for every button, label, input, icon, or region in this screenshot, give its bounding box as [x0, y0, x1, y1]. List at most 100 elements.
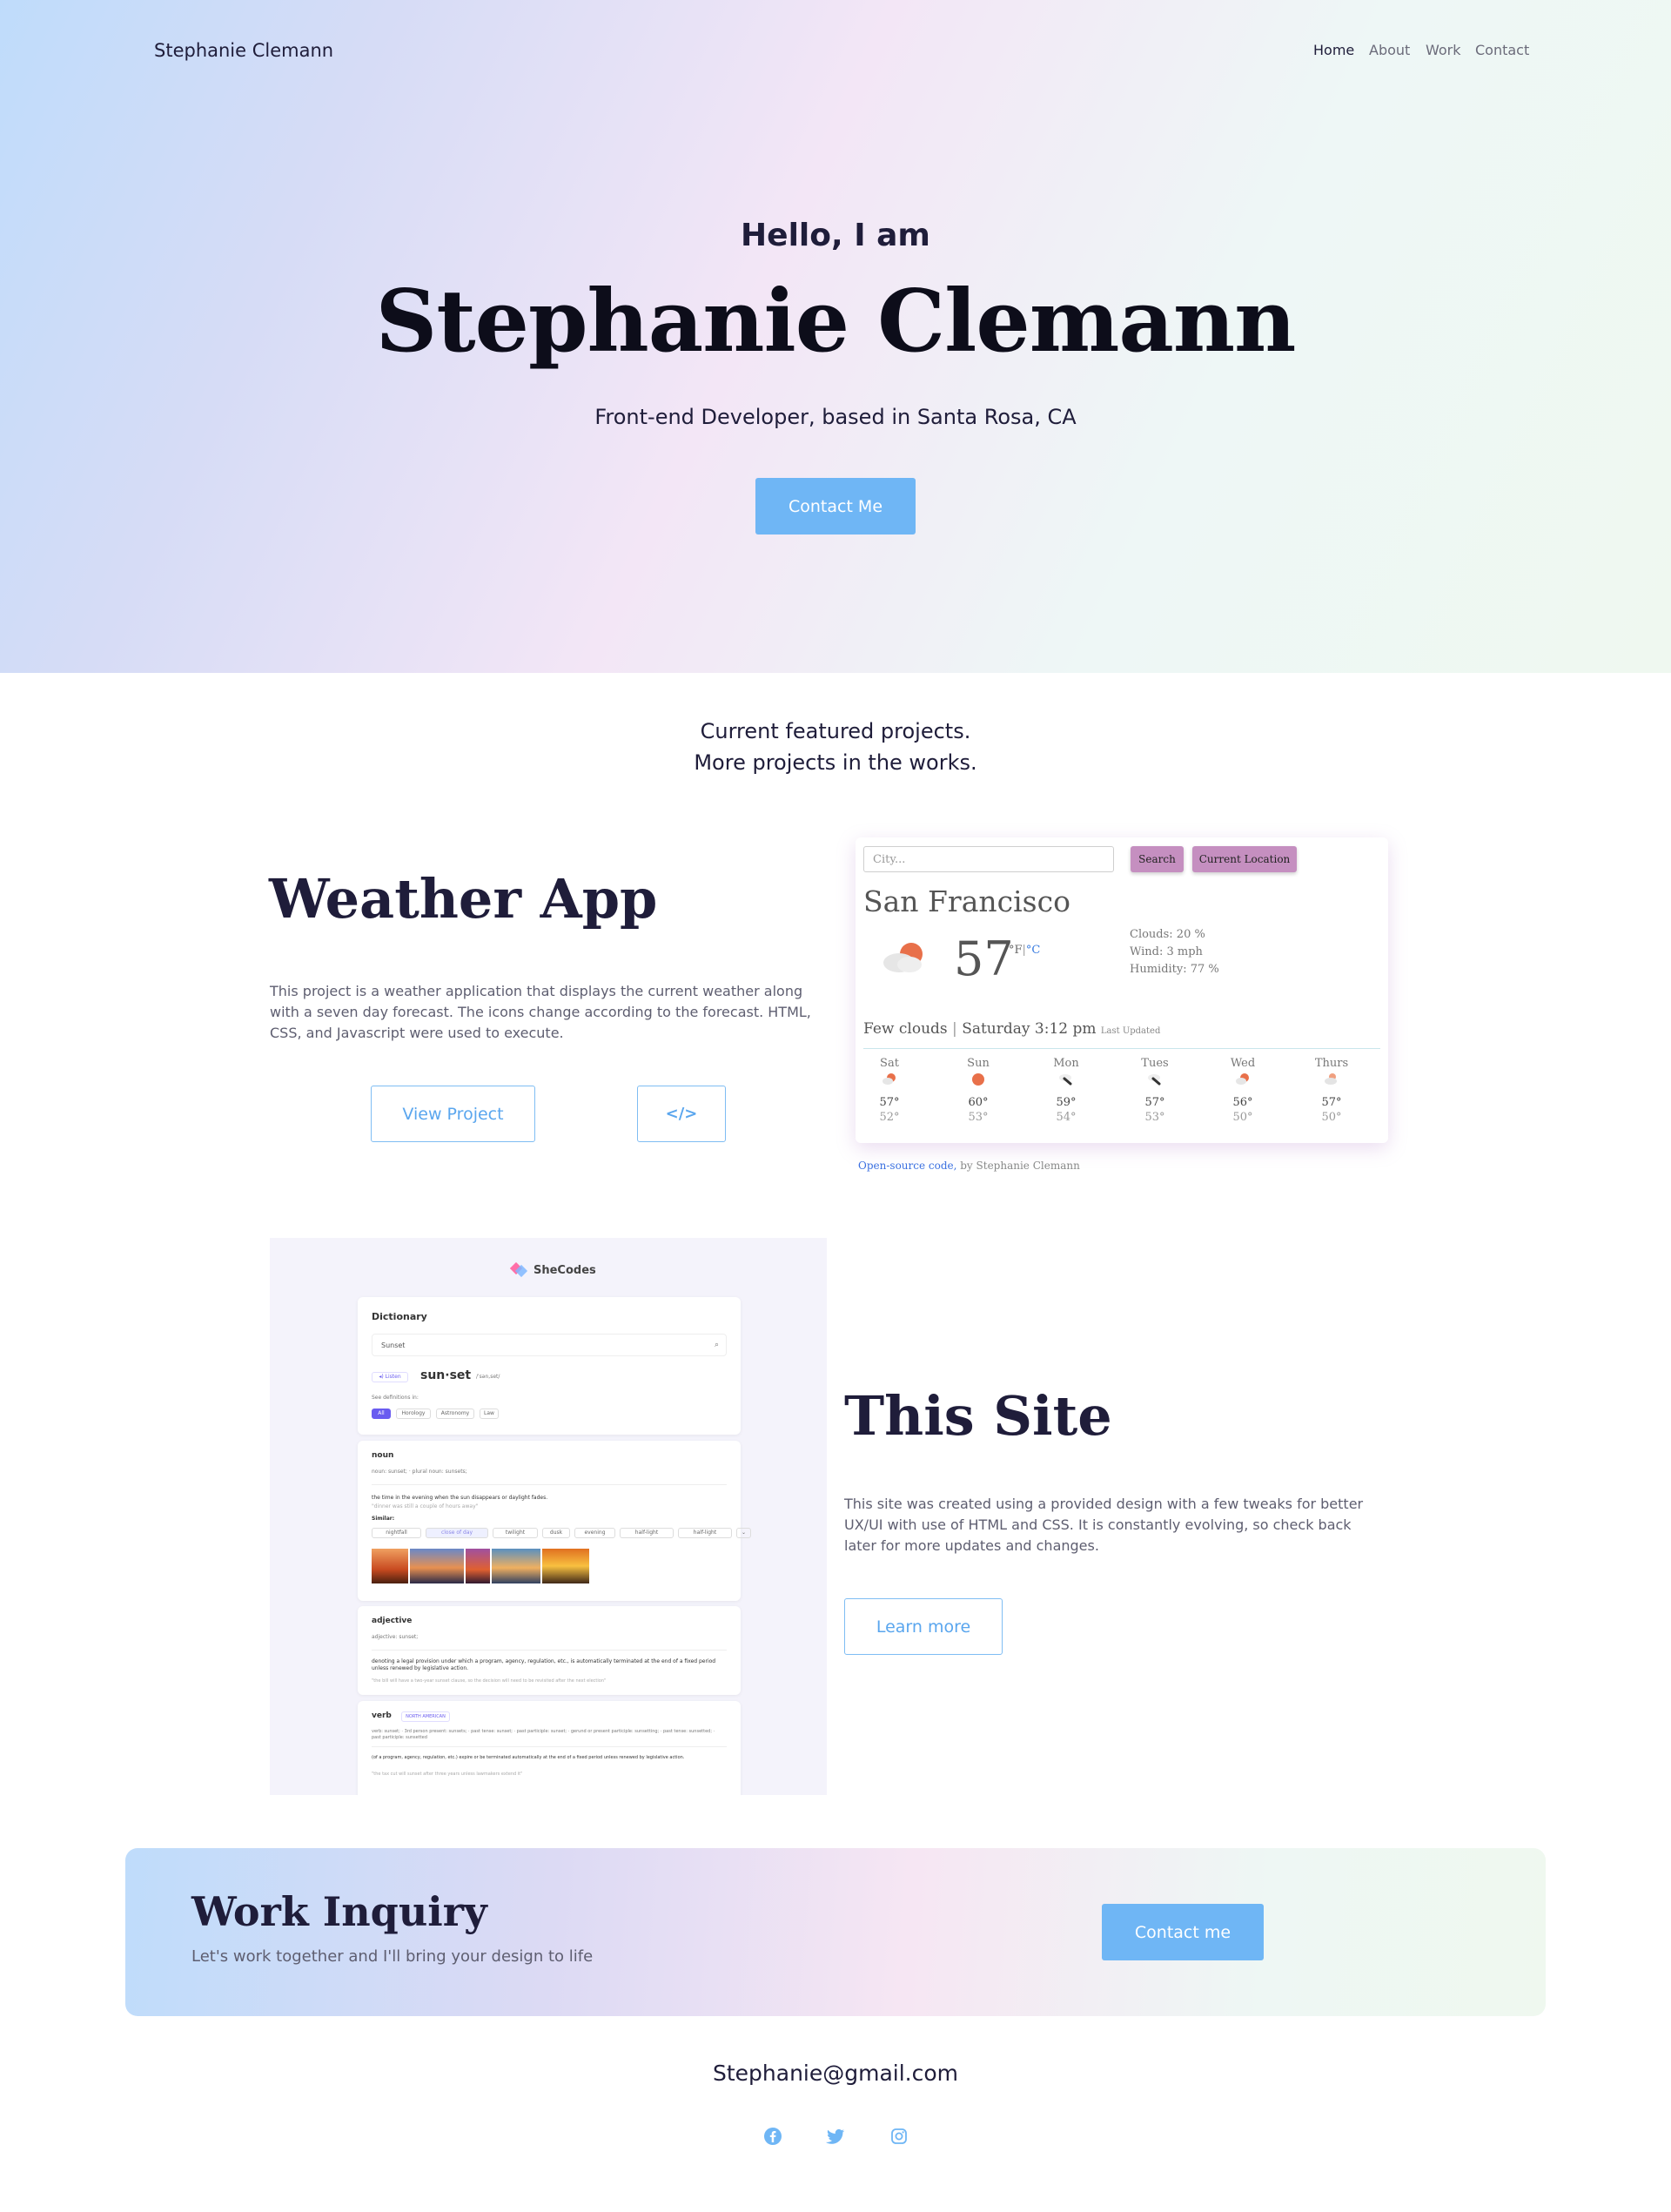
forecast-low: 52°	[879, 1111, 900, 1124]
hero-section: Stephanie Clemann Home About Work Contac…	[0, 0, 1671, 673]
forecast-high: 57°	[1321, 1096, 1342, 1109]
inquiry-contact-button[interactable]: Contact me	[1102, 1904, 1264, 1960]
search-value: Sunset	[381, 1341, 406, 1349]
rain-icon	[1129, 1072, 1181, 1091]
brand-logo[interactable]: Stephanie Clemann	[154, 40, 333, 61]
temp-units: °F|°C	[1009, 944, 1040, 957]
forecast-day-sat: Sat 57° 52°	[863, 1057, 916, 1124]
forecast-day-label: Thurs	[1314, 1057, 1349, 1070]
footer-email[interactable]: Stephanie@gmail.com	[0, 2061, 1671, 2086]
sunny-icon	[952, 1072, 1004, 1091]
shecodes-logo: SheCodes	[510, 1262, 596, 1278]
forecast-day-label: Mon	[1053, 1057, 1079, 1070]
current-location-button[interactable]: Current Location	[1192, 846, 1297, 872]
forecast-high: 56°	[1232, 1096, 1253, 1109]
noun-card: noun noun: sunset; · plural noun: sunset…	[358, 1441, 751, 1601]
facebook-icon[interactable]	[762, 2126, 783, 2147]
last-updated: Last Updated	[1100, 1026, 1161, 1036]
tag-law[interactable]: Law	[480, 1409, 499, 1419]
noun-example: "dinner was still a couple of hours away…	[372, 1503, 479, 1509]
similar-word-chip[interactable]: half-light	[678, 1528, 732, 1538]
forecast-day-tues: Tues 57° 53°	[1129, 1057, 1181, 1124]
listen-button[interactable]: ◂) Listen	[372, 1372, 408, 1382]
open-source-link[interactable]: Open-source code,	[858, 1160, 956, 1172]
nav-work[interactable]: Work	[1426, 42, 1461, 58]
forecast-day-label: Sat	[880, 1057, 899, 1070]
sunset-image-3	[466, 1549, 490, 1583]
weather-app-screenshot: City... Search Current Location San Fran…	[856, 837, 1388, 1143]
dictionary-search-input[interactable]: Sunset ⌕	[372, 1334, 727, 1356]
similar-word-chip[interactable]: ⌄	[736, 1528, 751, 1538]
forecast-day-mon: Mon 59° 54°	[1040, 1057, 1092, 1124]
forecast-high: 57°	[1144, 1096, 1165, 1109]
work-inquiry-banner: Work Inquiry Let's work together and I'l…	[125, 1848, 1546, 2016]
nav-about[interactable]: About	[1369, 42, 1410, 58]
similar-word-chip[interactable]: nightfall	[372, 1528, 421, 1538]
tag-horology[interactable]: Horology	[396, 1409, 431, 1419]
featured-intro: Current featured projects. More projects…	[0, 716, 1671, 778]
forecast-high: 57°	[879, 1096, 900, 1109]
adjective-forms: adjective: sunset;	[372, 1634, 419, 1640]
see-definitions: See definitions in:	[372, 1395, 419, 1401]
city-input[interactable]: City...	[863, 846, 1114, 872]
sunset-image-5	[542, 1549, 589, 1583]
clouds-value: Clouds: 20 %	[1130, 928, 1205, 941]
dictionary-search-card: Dictionary Sunset ⌕ ◂) Listen sun·set /ˈ…	[358, 1297, 741, 1435]
dictionary-heading: Dictionary	[372, 1311, 427, 1322]
partly-sunny-icon	[878, 940, 929, 975]
wind-value: Wind: 3 mph	[1130, 945, 1203, 958]
adjective-definition: denoting a legal provision under which a…	[372, 1658, 716, 1671]
hero-name: Stephanie Clemann	[375, 272, 1297, 372]
dictionary-word: sun·set	[420, 1368, 472, 1382]
forecast-low: 53°	[1144, 1111, 1165, 1124]
tag-astronomy[interactable]: Astronomy	[436, 1409, 474, 1419]
contact-me-button[interactable]: Contact Me	[755, 478, 916, 535]
forecast-low: 50°	[1232, 1111, 1253, 1124]
forecast-day-sun: Sun 60° 53°	[952, 1057, 1004, 1124]
instagram-icon[interactable]	[889, 2126, 909, 2147]
inquiry-title: Work Inquiry	[191, 1888, 487, 1935]
learn-more-button[interactable]: Learn more	[844, 1598, 1003, 1655]
dictionary-phonetic: /ˈsən,set/	[476, 1374, 500, 1380]
search-icon[interactable]: ⌕	[715, 1341, 719, 1349]
weather-project-title: Weather App	[269, 867, 658, 931]
similar-word-chip[interactable]: half-light	[620, 1528, 674, 1538]
weather-search-button[interactable]: Search	[1131, 846, 1184, 872]
verb-card: verb NORTH AMERICAN verb: sunset; · 3rd …	[358, 1701, 741, 1795]
twitter-icon[interactable]	[825, 2126, 846, 2147]
unit-celsius[interactable]: °C	[1026, 944, 1040, 957]
similar-word-chip[interactable]: close of day	[426, 1528, 488, 1538]
sunset-images	[372, 1549, 589, 1583]
tag-all[interactable]: All	[372, 1409, 391, 1419]
inquiry-subtitle: Let's work together and I'll bring your …	[191, 1947, 594, 1966]
verb-example: "the tax cut will sunset after three yea…	[372, 1772, 523, 1777]
weather-author: by Stephanie Clemann	[956, 1160, 1080, 1172]
similar-label: Similar:	[372, 1516, 395, 1522]
verb-definition: (of a program, agency, regulation, etc.)…	[372, 1755, 685, 1760]
verb-region-tag: NORTH AMERICAN	[401, 1711, 450, 1722]
verb-label: verb	[372, 1711, 392, 1720]
forecast-day-wed: Wed 56° 50°	[1217, 1057, 1269, 1124]
rain-icon	[1040, 1072, 1092, 1091]
nav-contact[interactable]: Contact	[1475, 42, 1529, 58]
partly-cloudy-icon	[1305, 1072, 1358, 1091]
similar-word-chip[interactable]: evening	[574, 1528, 615, 1538]
unit-fahrenheit[interactable]: °F	[1009, 944, 1023, 957]
sunset-image-2	[410, 1549, 464, 1583]
code-button[interactable]: </>	[637, 1086, 726, 1142]
forecast-day-thurs: Thurs 57° 50°	[1305, 1057, 1358, 1124]
forecast-day-label: Sun	[967, 1057, 990, 1070]
similar-word-chip[interactable]: twilight	[493, 1528, 538, 1538]
adjective-card: adjective adjective: sunset; denoting a …	[358, 1606, 741, 1695]
noun-label: noun	[372, 1451, 394, 1460]
weather-description: Few clouds	[863, 1020, 948, 1038]
partly-sunny-icon	[863, 1072, 916, 1091]
code-icon: </>	[665, 1105, 698, 1123]
forecast-day-label: Tues	[1141, 1057, 1169, 1070]
weather-city: San Francisco	[863, 884, 1070, 918]
view-project-button[interactable]: View Project	[371, 1086, 535, 1142]
nav-home[interactable]: Home	[1313, 42, 1354, 58]
similar-word-chip[interactable]: dusk	[542, 1528, 570, 1538]
hero-greeting: Hello, I am	[741, 218, 930, 253]
noun-forms: noun: sunset; · plural noun: sunsets;	[372, 1469, 467, 1475]
